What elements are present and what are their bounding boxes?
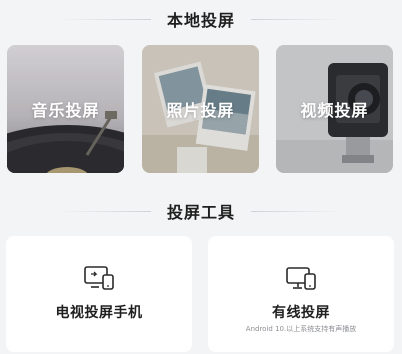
wired-cast-card[interactable]: 有线投屏 Android 10.以上系统支持有声播放 (208, 236, 394, 352)
music-cast-card[interactable]: 音乐投屏 (7, 45, 124, 173)
tv-cast-phone-card[interactable]: 电视投屏手机 (6, 236, 192, 352)
cast-tools-title: 投屏工具 (166, 203, 235, 222)
wired-cast-subtitle: Android 10.以上系统支持有声播放 (245, 325, 357, 333)
photo-cast-card[interactable]: 照片投屏 (142, 45, 259, 173)
video-cast-card[interactable]: 视频投屏 (276, 45, 393, 173)
divider-line (251, 210, 343, 212)
divider-line (58, 18, 151, 20)
local-cast-header: 本地投屏 (0, 7, 402, 31)
local-cast-title: 本地投屏 (166, 11, 235, 30)
monitor-phone-icon (286, 267, 316, 290)
wired-cast-label: 有线投屏 (272, 305, 330, 321)
tv-phone-icon (84, 266, 114, 290)
music-cast-label: 音乐投屏 (31, 101, 100, 120)
tv-cast-phone-label: 电视投屏手机 (55, 305, 143, 321)
divider-line (58, 210, 151, 212)
cast-tools-header: 投屏工具 (0, 199, 402, 223)
photo-cast-label: 照片投屏 (166, 101, 235, 120)
video-cast-label: 视频投屏 (300, 101, 369, 120)
divider-line (251, 18, 343, 20)
